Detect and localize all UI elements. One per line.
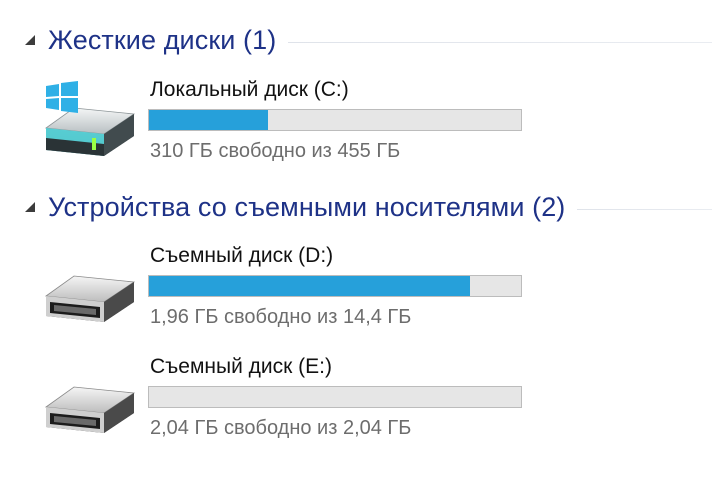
capacity-bar-fill	[149, 276, 471, 296]
drive-item-d[interactable]: Съемный диск (D:) 1,96 ГБ свободно из 14…	[40, 244, 540, 344]
drive-item-e[interactable]: Съемный диск (E:) 2,04 ГБ свободно из 2,…	[40, 355, 540, 455]
drive-item-c[interactable]: Локальный диск (C:) 310 ГБ свободно из 4…	[40, 78, 540, 178]
drive-name: Съемный диск (D:)	[150, 244, 334, 267]
drive-name: Локальный диск (C:)	[150, 78, 349, 101]
free-space-text: 310 ГБ свободно из 455 ГБ	[150, 140, 401, 162]
group-divider	[577, 208, 712, 210]
drive-name: Съемный диск (E:)	[150, 355, 332, 378]
group-header-hard-disks[interactable]: Жесткие диски (1)	[22, 22, 712, 58]
capacity-bar-fill	[149, 110, 268, 130]
collapse-arrow-icon[interactable]	[22, 199, 38, 215]
removable-drive-icon	[44, 386, 136, 433]
group-title: Устройства со съемными носителями (2)	[48, 191, 566, 222]
free-space-text: 1,96 ГБ свободно из 14,4 ГБ	[150, 306, 412, 328]
capacity-bar	[148, 275, 522, 297]
group-header-removable[interactable]: Устройства со съемными носителями (2)	[22, 189, 712, 225]
group-divider	[288, 41, 712, 43]
free-space-text: 2,04 ГБ свободно из 2,04 ГБ	[150, 417, 412, 439]
system-drive-icon	[44, 81, 136, 156]
capacity-bar	[148, 386, 522, 408]
collapse-arrow-icon[interactable]	[22, 32, 38, 48]
group-title: Жесткие диски (1)	[48, 24, 277, 55]
removable-drive-icon	[44, 275, 136, 322]
capacity-bar	[148, 109, 522, 131]
